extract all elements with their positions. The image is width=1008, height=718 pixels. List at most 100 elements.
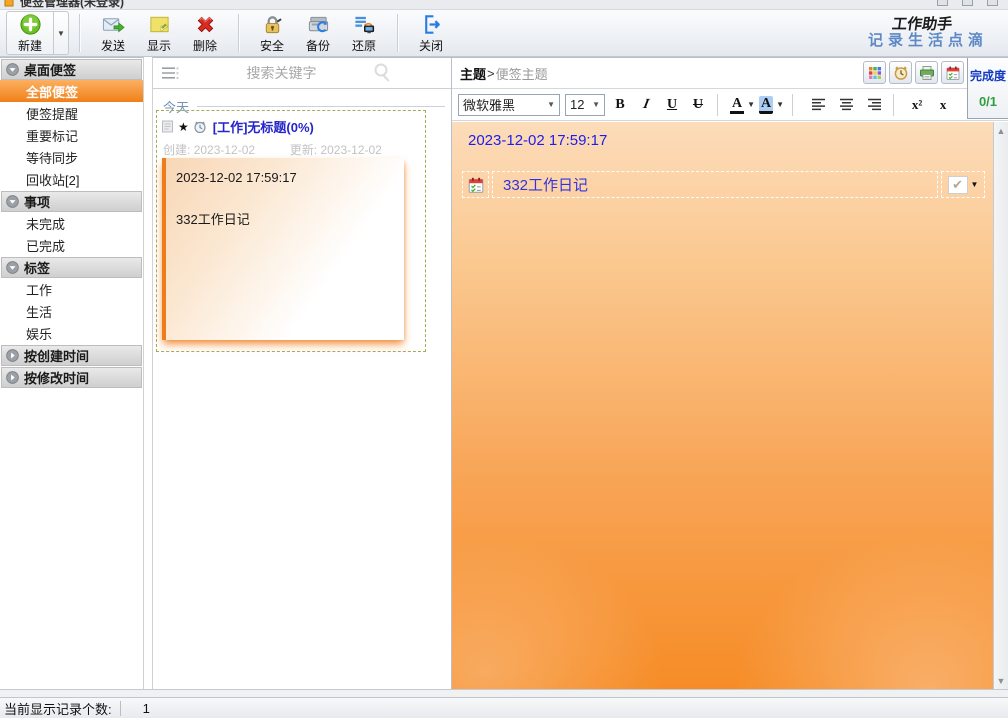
backup-icon — [307, 13, 330, 36]
sidebar-item-important-mark[interactable]: 重要标记 — [0, 124, 143, 146]
security-button[interactable]: 安全 — [249, 12, 295, 54]
sidebar-section-by-create-time[interactable]: 按创建时间 — [1, 345, 142, 366]
toolbar-separator — [238, 14, 239, 52]
bold-button[interactable]: B — [609, 94, 631, 116]
todo-item-check-control[interactable]: ✔ ▼ — [941, 171, 985, 198]
sidebar-item-tag-work[interactable]: 工作 — [0, 278, 143, 300]
exit-icon — [420, 13, 443, 36]
collapse-arrow-icon — [6, 195, 19, 208]
toolbar-separator — [397, 14, 398, 52]
alarm-clock-icon — [893, 65, 909, 81]
sidebar-item-completed[interactable]: 已完成 — [0, 234, 143, 256]
toolbar-separator — [717, 94, 718, 116]
delete-icon — [194, 13, 217, 36]
palette-icon — [867, 65, 883, 81]
expand-arrow-icon — [6, 371, 19, 384]
maximize-button[interactable] — [962, 0, 973, 6]
reminder-button[interactable] — [889, 61, 912, 84]
sidebar-item-incomplete[interactable]: 未完成 — [0, 212, 143, 234]
note-list-panel: 今天 ★ [工作]无标题(0%) 创建: 2023-12-02 更新: 2023… — [152, 57, 452, 689]
editor-date-line: 2023-12-02 17:59:17 — [468, 132, 993, 149]
new-note-button[interactable]: 新建 — [7, 12, 53, 54]
note-card[interactable]: ★ [工作]无标题(0%) 创建: 2023-12-02 更新: 2023-12… — [156, 110, 426, 352]
delete-button[interactable]: 删除 — [182, 12, 228, 54]
close-app-button[interactable]: 关闭 — [408, 12, 454, 54]
note-title: [工作]无标题(0%) — [213, 117, 314, 136]
breadcrumb-current: 便签主题 — [496, 64, 548, 83]
record-count-value: 1 — [143, 701, 150, 716]
search-input[interactable] — [191, 65, 372, 81]
subscript-button[interactable]: x — [932, 94, 954, 116]
chevron-down-icon: ▼ — [547, 100, 555, 109]
todo-item-calendar-button[interactable] — [462, 171, 489, 198]
sidebar: 桌面便签 全部便签 便签提醒 重要标记 等待同步 回收站[2] 事项 未完成 已… — [0, 57, 144, 689]
align-center-button[interactable] — [835, 94, 857, 116]
todo-item-title[interactable]: 332工作日记 — [492, 171, 938, 198]
bottom-frame — [0, 689, 1008, 697]
strikethrough-button[interactable]: U — [687, 94, 709, 116]
sidebar-item-all-notes[interactable]: 全部便签 — [0, 80, 143, 102]
star-icon: ★ — [178, 120, 189, 134]
restore-button[interactable]: 还原 — [341, 12, 387, 54]
note-preview[interactable]: 2023-12-02 17:59:17 332工作日记 — [162, 158, 404, 340]
list-menu-icon[interactable] — [161, 66, 179, 80]
restore-icon — [353, 13, 376, 36]
palette-button[interactable] — [863, 61, 886, 84]
sidebar-section-desktop-notes[interactable]: 桌面便签 — [1, 59, 142, 80]
record-count-label: 当前显示记录个数: — [4, 699, 112, 718]
sidebar-item-recycle-bin[interactable]: 回收站[2] — [0, 168, 143, 190]
sidebar-item-note-reminder[interactable]: 便签提醒 — [0, 102, 143, 124]
todo-calendar-icon — [945, 65, 961, 81]
send-icon — [102, 13, 125, 36]
show-note-icon — [148, 13, 171, 36]
toolbar-separator — [79, 14, 80, 52]
sidebar-item-tag-fun[interactable]: 娱乐 — [0, 322, 143, 344]
alarm-icon — [193, 120, 207, 134]
todo-row: 332工作日记 ✔ ▼ — [462, 171, 985, 198]
superscript-button[interactable]: x² — [906, 94, 928, 116]
brand-logo: 工作助手 记录生活点滴 — [868, 17, 988, 49]
sidebar-item-tag-life[interactable]: 生活 — [0, 300, 143, 322]
add-icon — [19, 13, 42, 36]
brand-line1: 工作助手 — [891, 17, 953, 33]
align-left-button[interactable] — [807, 94, 829, 116]
toolbar-separator — [792, 94, 793, 116]
show-button[interactable]: 显示 — [136, 12, 182, 54]
editor-scrollbar[interactable]: ▲ ▼ — [993, 122, 1008, 690]
editor-panel: 主题 > 便签主题 — [452, 57, 1008, 689]
breadcrumb-separator: > — [487, 66, 495, 81]
font-family-select[interactable]: 微软雅黑▼ — [458, 94, 560, 116]
minimize-button[interactable] — [937, 0, 948, 6]
group-divider-line — [197, 106, 445, 107]
check-button[interactable]: ✔ — [948, 176, 968, 194]
sidebar-section-items[interactable]: 事项 — [1, 191, 142, 212]
highlight-color-button[interactable]: A ▼ — [759, 94, 784, 116]
search-bar — [153, 58, 451, 89]
todo-calendar-button[interactable] — [941, 61, 964, 84]
backup-button[interactable]: 备份 — [295, 12, 341, 54]
align-right-button[interactable] — [863, 94, 885, 116]
note-editor-content[interactable]: 2023-12-02 17:59:17 332工作日记 ✔ ▼ — [452, 122, 993, 690]
close-window-button[interactable] — [987, 0, 998, 6]
scroll-up-arrow[interactable]: ▲ — [994, 124, 1008, 138]
sidebar-item-waiting-sync[interactable]: 等待同步 — [0, 146, 143, 168]
scroll-down-arrow[interactable]: ▼ — [994, 674, 1008, 688]
brand-line2: 记录生活点滴 — [868, 32, 988, 49]
sidebar-section-tags[interactable]: 标签 — [1, 257, 142, 278]
search-icon[interactable] — [372, 62, 394, 84]
italic-button[interactable]: I — [633, 94, 660, 116]
completion-value: 0/1 — [968, 94, 1008, 109]
window-title: 便签管理器(未登录) — [20, 0, 124, 9]
sidebar-section-by-modify-time[interactable]: 按修改时间 — [1, 367, 142, 388]
completion-label: 完成度 — [968, 67, 1008, 84]
title-bar: 便签管理器(未登录) — [0, 0, 1008, 10]
align-left-icon — [811, 98, 826, 111]
font-color-button[interactable]: A ▼ — [730, 94, 755, 116]
underline-button[interactable]: U — [661, 94, 683, 116]
app-icon — [4, 0, 14, 7]
font-size-select[interactable]: 12▼ — [565, 94, 605, 116]
print-button[interactable] — [915, 61, 938, 84]
todo-calendar-icon — [467, 176, 485, 194]
send-button[interactable]: 发送 — [90, 12, 136, 54]
new-note-dropdown-arrow[interactable]: ▼ — [53, 12, 68, 54]
